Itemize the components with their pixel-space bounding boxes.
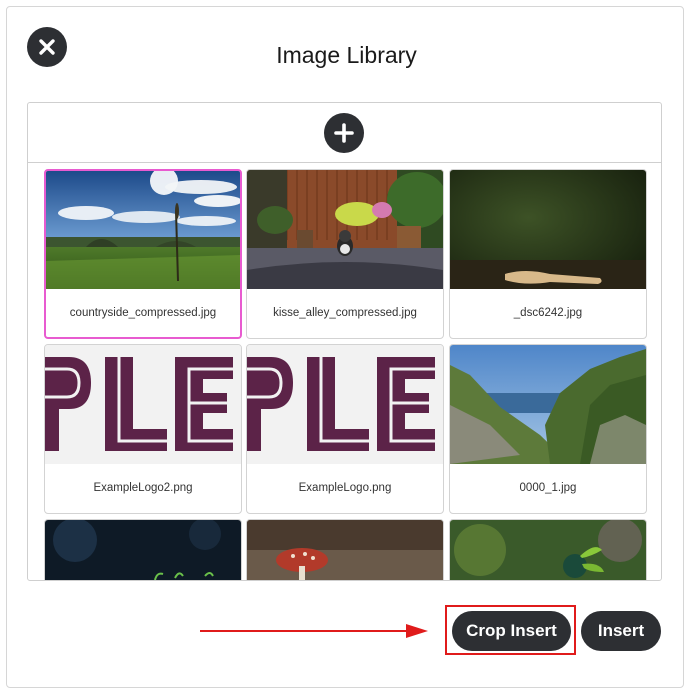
annotation-arrow (200, 624, 428, 638)
image-thumbnail (450, 520, 646, 580)
image-card-dsc6242[interactable]: _dsc6242.jpg (449, 169, 647, 339)
image-library-panel[interactable]: countryside_compressed.jpg kisse_alley_c… (27, 102, 662, 581)
image-thumbnail (247, 170, 443, 289)
image-card-sprout[interactable] (449, 519, 647, 580)
image-card-bokeh[interactable] (44, 519, 242, 580)
image-thumbnail (247, 520, 443, 580)
image-card-mushroom[interactable] (246, 519, 444, 580)
image-thumbnail (450, 345, 646, 464)
insert-button[interactable]: Insert (581, 611, 661, 651)
image-thumbnail (46, 171, 240, 289)
add-image-bar (28, 103, 661, 163)
image-filename: _dsc6242.jpg (513, 307, 583, 319)
image-card-0000-1[interactable]: 0000_1.jpg (449, 344, 647, 514)
image-thumbnail (247, 345, 443, 464)
image-card-countryside[interactable]: countryside_compressed.jpg (44, 169, 242, 339)
plus-icon (334, 123, 354, 143)
dialog-title: Image Library (276, 42, 417, 68)
image-filename: ExampleLogo.png (298, 482, 392, 494)
image-thumbnail (45, 345, 241, 464)
image-filename: ExampleLogo2.png (93, 482, 193, 494)
image-thumbnail (45, 520, 241, 580)
image-card-examplelogo[interactable]: ExampleLogo.png (246, 344, 444, 514)
image-filename: kisse_alley_compressed.jpg (273, 307, 417, 319)
crop-insert-button[interactable]: Crop Insert (452, 611, 571, 651)
image-card-kisse-alley[interactable]: kisse_alley_compressed.jpg (246, 169, 444, 339)
add-image-button[interactable] (324, 113, 364, 153)
image-filename: 0000_1.jpg (519, 482, 577, 494)
image-card-examplelogo2[interactable]: ExampleLogo2.png (44, 344, 242, 514)
image-thumbnail (450, 170, 646, 289)
image-filename: countryside_compressed.jpg (69, 307, 217, 319)
